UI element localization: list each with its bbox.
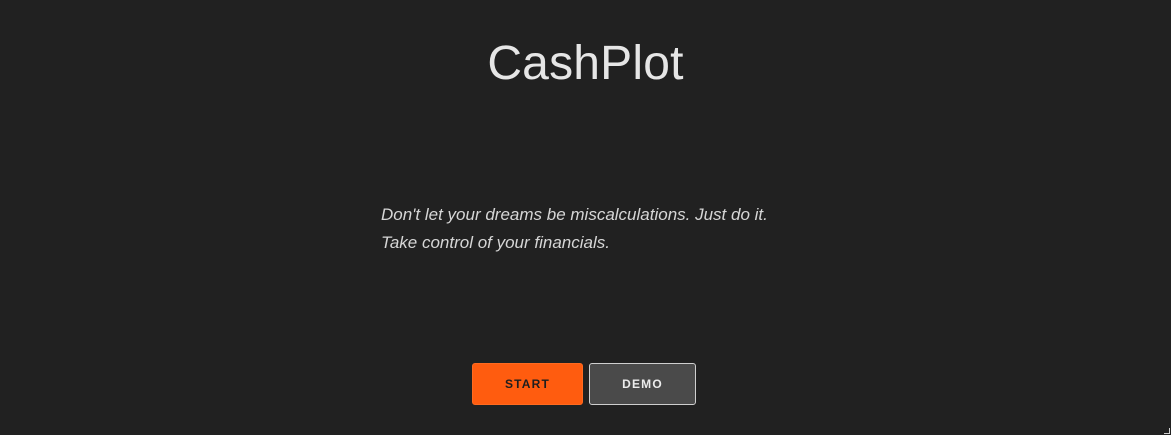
start-button[interactable]: START (472, 363, 583, 405)
tagline: Don't let your dreams be miscalculations… (381, 201, 881, 257)
resize-handle-icon (1164, 428, 1170, 434)
tagline-line-2: Take control of your financials. (381, 233, 610, 252)
landing-page: CashPlot Don't let your dreams be miscal… (0, 0, 1171, 435)
app-title: CashPlot (487, 37, 684, 90)
tagline-line-1: Don't let your dreams be miscalculations… (381, 205, 768, 224)
demo-button[interactable]: DEMO (589, 363, 696, 405)
